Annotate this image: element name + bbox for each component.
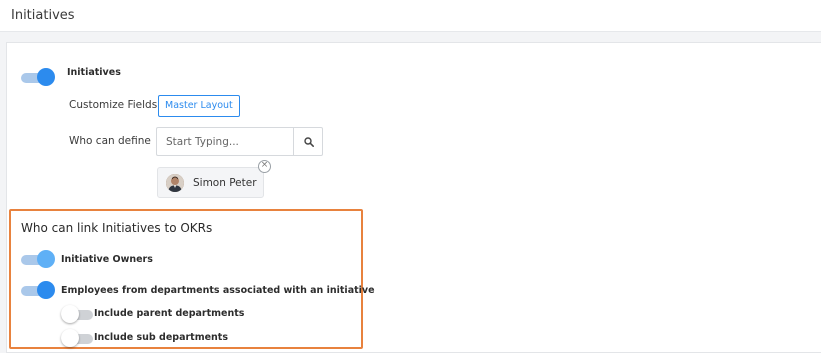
include-parent-departments-toggle[interactable] [61, 305, 97, 323]
avatar [166, 174, 184, 192]
page-header: Initiatives [0, 0, 821, 32]
customize-fields-label: Customize Fields [69, 99, 158, 111]
initiatives-toggle-label: Initiatives [67, 67, 121, 78]
remove-user-button[interactable]: × [258, 160, 271, 173]
initiative-owners-toggle[interactable] [21, 250, 57, 268]
initiatives-toggle[interactable] [21, 68, 57, 86]
include-sub-departments-toggle[interactable] [61, 329, 97, 347]
link-section-title: Who can link Initiatives to OKRs [21, 221, 213, 235]
toggle-knob [37, 281, 55, 299]
close-icon: × [260, 160, 269, 170]
search-icon [304, 137, 314, 147]
department-employees-toggle[interactable] [21, 281, 57, 299]
who-can-define-search-input[interactable] [156, 127, 294, 156]
page-title: Initiatives [11, 8, 75, 23]
toggle-knob [37, 250, 55, 268]
master-layout-button[interactable]: Master Layout [158, 95, 240, 117]
include-sub-departments-label: Include sub departments [94, 332, 229, 343]
toggle-knob [61, 329, 79, 347]
selected-user-name: Simon Peter [193, 177, 257, 189]
who-can-define-label: Who can define [69, 135, 151, 147]
include-parent-departments-label: Include parent departments [94, 308, 245, 319]
department-employees-label: Employees from departments associated wi… [61, 285, 375, 296]
search-button[interactable] [293, 127, 323, 156]
toggle-knob [61, 305, 79, 323]
selected-user-chip: Simon Peter [157, 167, 264, 198]
toggle-knob [37, 68, 55, 86]
initiative-owners-label: Initiative Owners [61, 254, 153, 265]
